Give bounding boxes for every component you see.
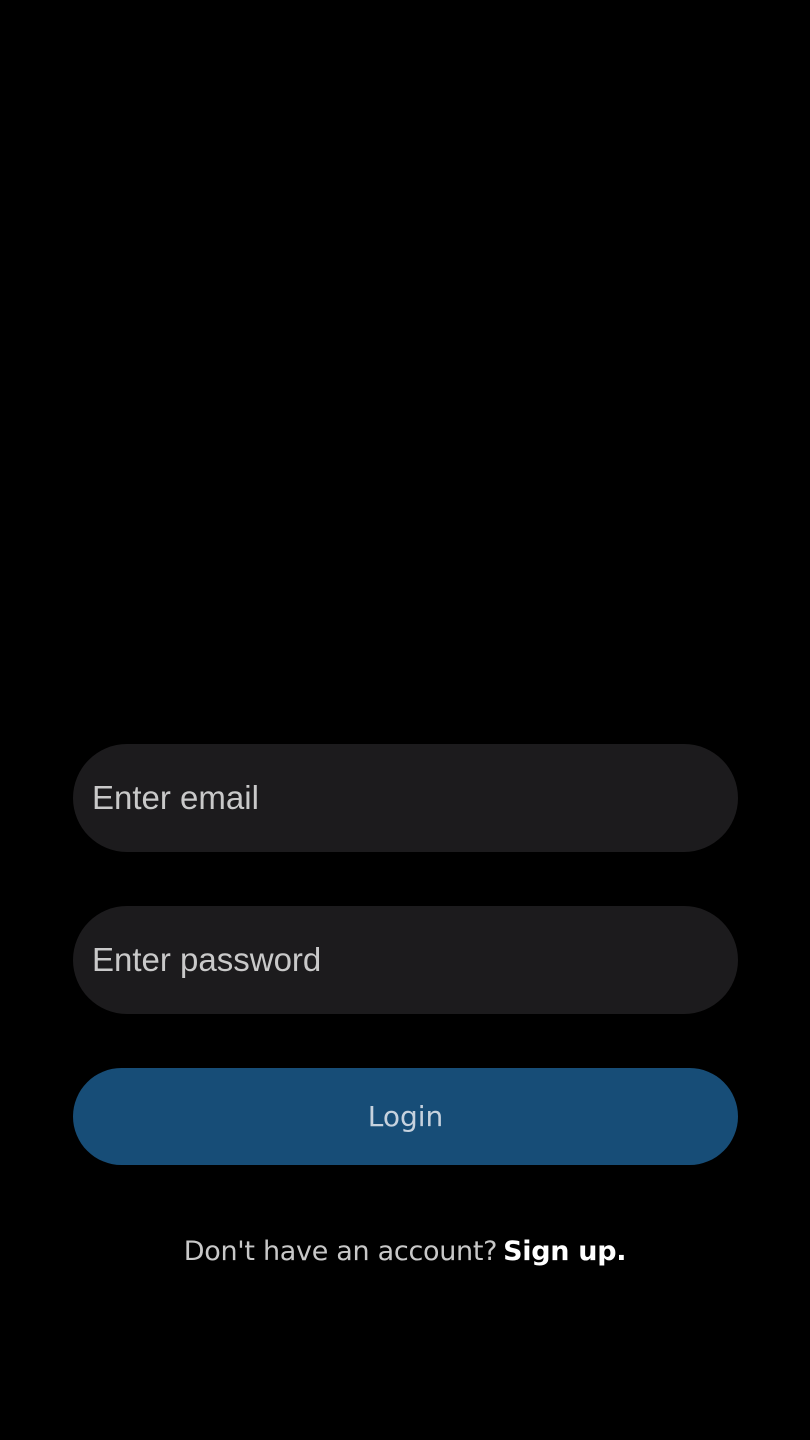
password-field[interactable] [92,906,738,1014]
login-button[interactable]: Login [73,1068,738,1165]
signup-link[interactable]: Sign up. [503,1236,626,1267]
email-field[interactable] [92,744,738,852]
email-field-container [73,744,738,852]
login-screen: Login Don't have an account?Sign up. [0,0,810,1440]
signup-prompt-text: Don't have an account? [183,1236,498,1267]
password-field-container [73,906,738,1014]
signup-prompt: Don't have an account? Sign up. [0,1236,810,1267]
